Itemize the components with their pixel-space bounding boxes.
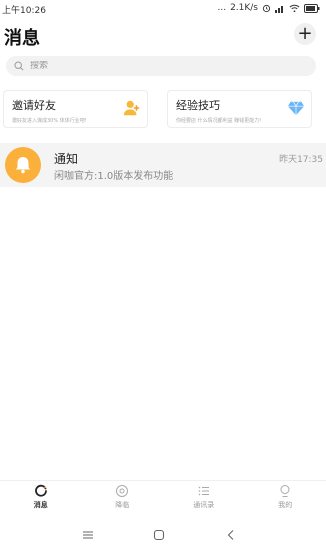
tab-messages[interactable]: 消息 xyxy=(0,481,82,516)
notification-message-row[interactable]: 通知 闲咖官方:1.0版本发布功能 昨天17:35 xyxy=(0,143,326,187)
tab-contacts[interactable]: 通讯录 xyxy=(163,481,245,516)
network-speed: 2.1K/s xyxy=(230,3,258,13)
eye-icon xyxy=(116,485,129,497)
tab-profile[interactable]: 我的 xyxy=(245,481,326,516)
system-nav-bar xyxy=(0,518,326,554)
bottom-tab-bar: 消息 降临 通讯录 我的 xyxy=(0,480,326,516)
diamond-icon xyxy=(287,101,305,116)
message-title: 通知 xyxy=(54,152,79,166)
wifi-icon xyxy=(289,4,300,12)
back-icon xyxy=(227,530,234,540)
page-title: 消息 xyxy=(4,28,40,49)
search-bar[interactable] xyxy=(6,56,316,76)
tab-label: 通讯录 xyxy=(193,501,215,509)
search-icon xyxy=(14,61,24,71)
home-icon xyxy=(153,529,165,541)
contacts-icon xyxy=(198,486,209,496)
card-title: 邀请好友 xyxy=(12,99,56,112)
invite-friends-card[interactable]: 邀请好友 邀好友进入谋成30% 体体行业吧! xyxy=(3,90,148,128)
message-time: 昨天17:35 xyxy=(279,155,323,165)
tab-label: 降临 xyxy=(115,501,130,509)
card-description: 邀好友进入谋成30% 体体行业吧! xyxy=(12,118,87,124)
message-preview: 闲咖官方:1.0版本发布功能 xyxy=(54,171,174,182)
status-dots: ... xyxy=(217,3,227,13)
card-description: 你经要店 什么情况都利益 赚钱更能力! xyxy=(176,118,262,124)
menu-button[interactable] xyxy=(80,527,96,543)
bell-icon xyxy=(16,157,30,174)
person-add-icon xyxy=(123,100,140,116)
search-input[interactable] xyxy=(30,61,300,71)
menu-icon xyxy=(83,531,93,539)
card-title: 经验技巧 xyxy=(176,99,220,112)
alarm-icon xyxy=(262,4,271,12)
tab-label: 我的 xyxy=(278,501,293,509)
add-button[interactable]: + xyxy=(294,23,316,45)
status-bar: 上午10:26 ... 2.1K/s xyxy=(0,0,326,16)
tab-label: 消息 xyxy=(33,501,48,509)
battery-icon xyxy=(304,3,320,13)
back-button[interactable] xyxy=(223,527,239,543)
avatar xyxy=(5,147,41,183)
tips-card[interactable]: 经验技巧 你经要店 什么情况都利益 赚钱更能力! xyxy=(167,90,312,128)
profile-icon xyxy=(280,485,290,497)
message-icon xyxy=(34,484,47,497)
status-time: 上午10:26 xyxy=(2,6,46,16)
home-button[interactable] xyxy=(151,527,167,543)
status-icons: ... 2.1K/s xyxy=(217,3,320,13)
signal-icon xyxy=(275,5,283,13)
tab-discover[interactable]: 降临 xyxy=(82,481,164,516)
